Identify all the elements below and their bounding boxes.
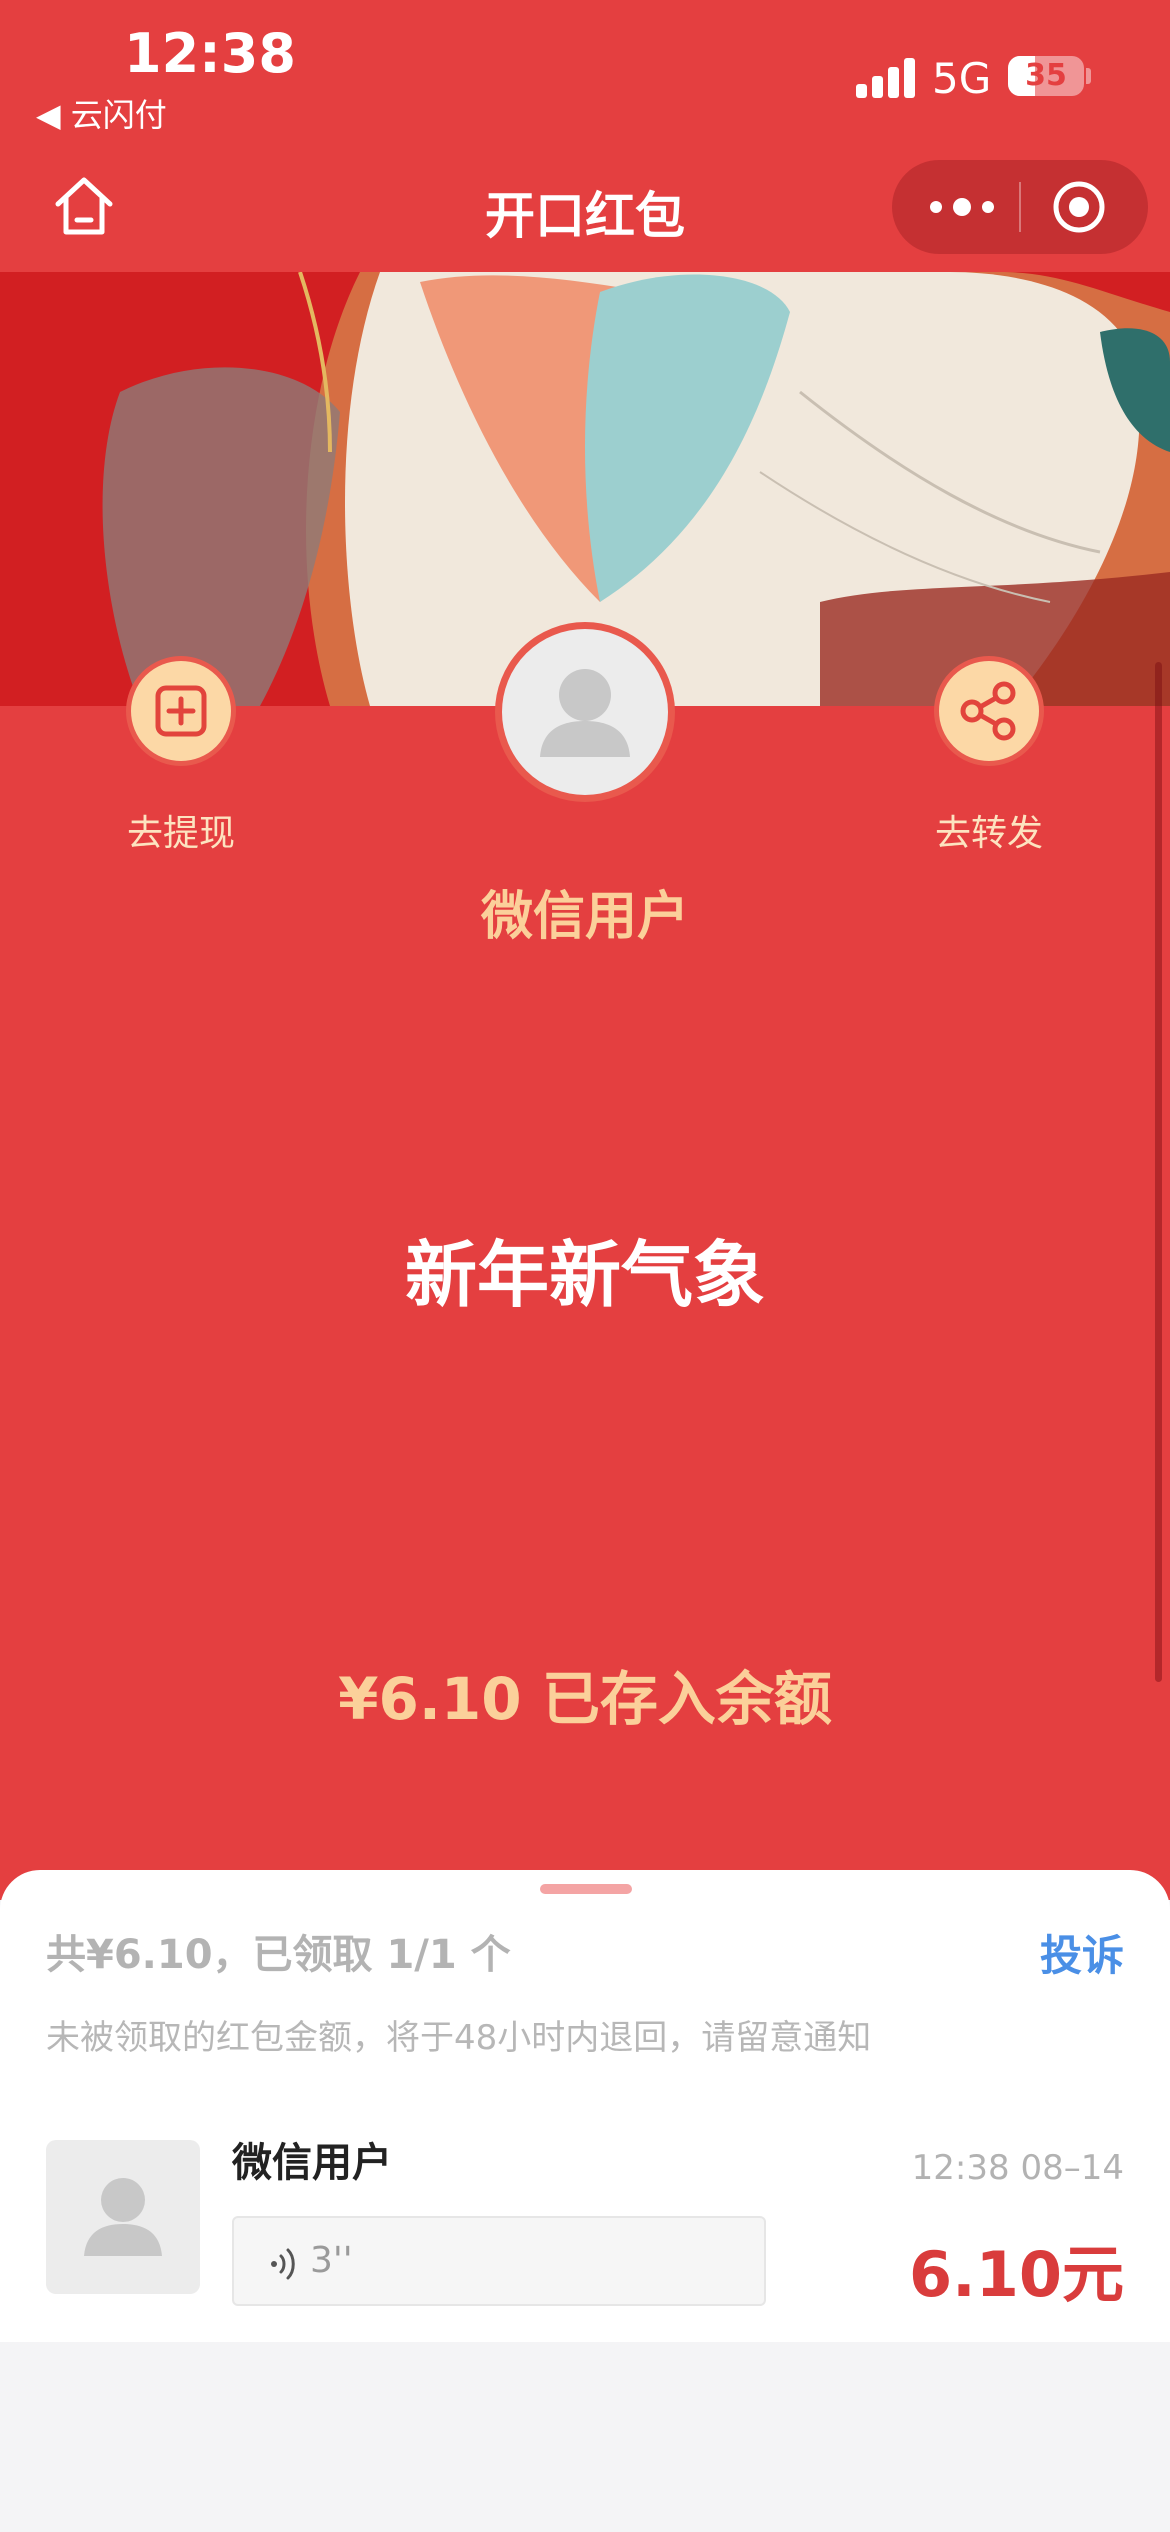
greeting-message: 新年新气象 [404,1233,765,1317]
network-type: 5G [932,54,992,103]
receiver-avatar [46,2140,200,2294]
refund-notice: 未被领取的红包金额，将于48小时内退回，请留意通知 [46,2018,872,2058]
voice-length: 3'' [310,2240,353,2281]
capsule-divider [1019,182,1021,232]
receiver-name: 微信用户 [232,2140,392,2186]
receive-summary: 共¥6.10，已领取 1/1 个 [46,1932,511,1978]
close-target-icon[interactable] [1052,180,1106,234]
received-amount: 6.10元 [909,2238,1124,2311]
complain-link[interactable]: 投诉 [1040,1922,1124,1983]
user-placeholder-icon [540,669,630,757]
sender-name: 微信用户 [480,887,689,947]
stored-amount-text: ¥6.10 已存入余额 [338,1665,832,1733]
share-icon [960,681,1016,741]
forward-label[interactable]: 去转发 [869,804,1109,856]
withdraw-plus-icon [155,685,207,737]
withdraw-label[interactable]: 去提现 [61,804,301,856]
scrollbar[interactable] [1155,662,1162,1682]
back-to-app-link[interactable]: ◀ 云闪付 [36,90,167,136]
battery-tip [1086,68,1091,84]
battery-level: 35 [1025,58,1067,93]
drag-handle[interactable] [540,1884,632,1894]
more-dots-icon[interactable] [922,182,1002,232]
voice-message[interactable]: 3'' [232,2216,766,2306]
receive-records-panel: 共¥6.10，已领取 1/1 个 投诉 未被领取的红包金额，将于48小时内退回，… [0,1870,1170,2342]
forward-button[interactable] [934,656,1044,766]
signal-icon [856,56,916,98]
status-time: 12:38 [124,22,296,85]
mini-program-capsule [892,160,1148,254]
voice-icon [271,2248,295,2280]
battery-icon: 35 [1008,56,1084,96]
user-placeholder-icon [84,2178,162,2256]
sender-avatar [495,622,675,802]
withdraw-button[interactable] [126,656,236,766]
receive-time: 12:38 08–14 [911,2148,1124,2188]
